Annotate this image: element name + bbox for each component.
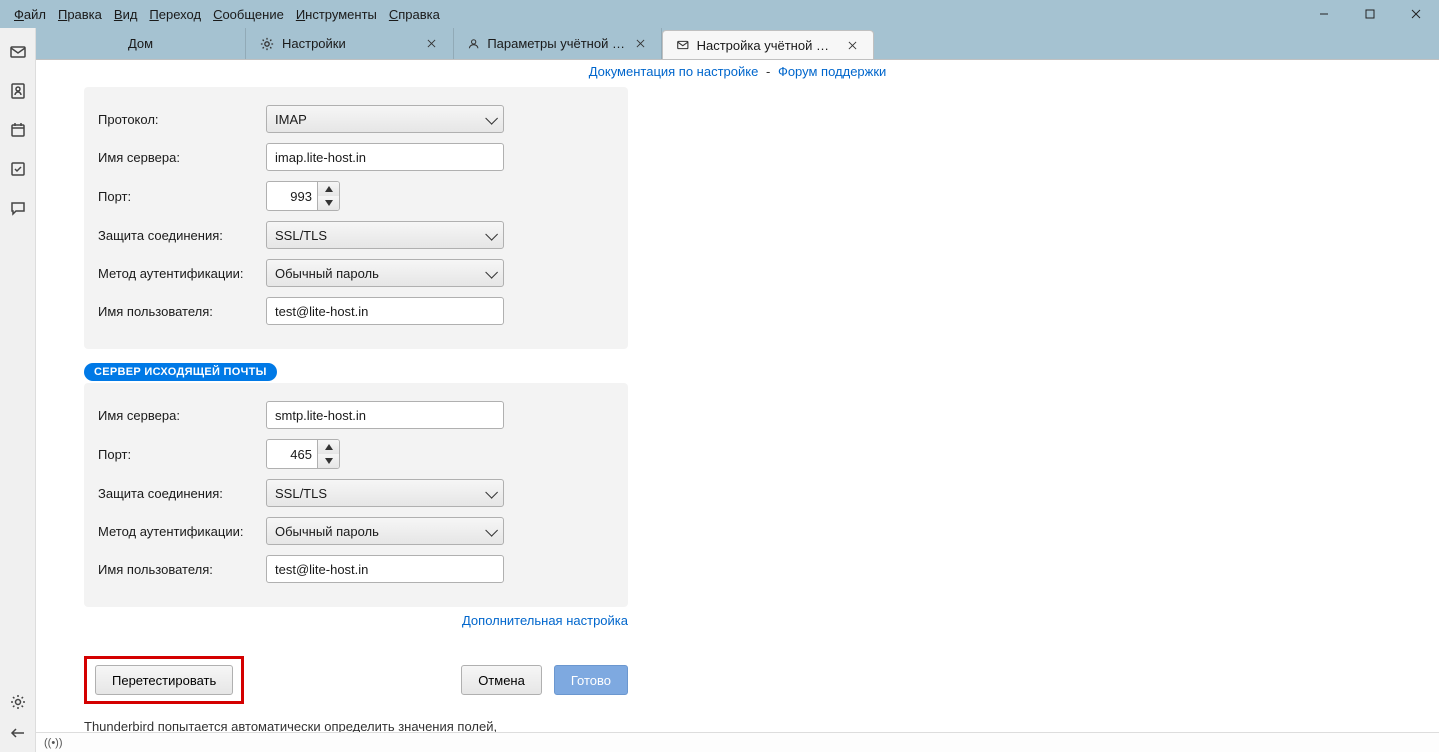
tab-account-params-label: Параметры учётной запис… [487,36,626,51]
menu-edit[interactable]: Правка [52,3,108,26]
menu-view[interactable]: Вид [108,3,144,26]
tab-account-setup-label: Настройка учётной записи [697,38,830,53]
mail-icon[interactable] [10,44,26,63]
outgoing-port-down[interactable] [318,454,339,468]
hint-autodetect: Thunderbird попытается автоматически опр… [84,718,504,732]
gear-icon [260,37,274,51]
settings-gear-icon[interactable] [10,694,26,713]
menu-go[interactable]: Переход [143,3,207,26]
calendar-icon[interactable] [10,122,26,141]
tab-settings[interactable]: Настройки [246,28,454,59]
mail-setup-icon [677,38,689,52]
statusbar: ((•)) [36,732,1439,752]
outgoing-port-label: Порт: [98,447,266,462]
outgoing-port-input[interactable] [267,440,317,468]
advanced-config-link[interactable]: Дополнительная настройка [462,613,628,628]
window-maximize-button[interactable] [1347,0,1393,28]
setup-docs-link[interactable]: Документация по настройке [589,64,759,79]
tab-account-setup[interactable]: Настройка учётной записи [662,30,874,59]
tab-account-setup-close[interactable] [846,37,859,53]
incoming-security-label: Защита соединения: [98,228,266,243]
outgoing-hostname-input[interactable] [266,401,504,429]
incoming-security-select[interactable]: SSL/TLS [266,221,504,249]
outgoing-badge: СЕРВЕР ИСХОДЯЩЕЙ ПОЧТЫ [84,363,277,381]
protocol-label: Протокол: [98,112,266,127]
tabbar: Дом Настройки Параметры учётной запис… Н… [36,28,1439,60]
outgoing-auth-label: Метод аутентификации: [98,524,266,539]
cancel-button[interactable]: Отмена [461,665,542,695]
tab-home-label: Дом [128,36,153,51]
help-links: Документация по настройке - Форум поддер… [36,60,1439,81]
tab-account-params-close[interactable] [634,36,647,52]
window-close-button[interactable] [1393,0,1439,28]
incoming-username-input[interactable] [266,297,504,325]
content-area: Документация по настройке - Форум поддер… [36,60,1439,732]
chat-icon[interactable] [10,200,26,219]
outgoing-username-input[interactable] [266,555,504,583]
tab-account-params[interactable]: Параметры учётной запис… [454,28,662,59]
outgoing-security-select[interactable]: SSL/TLS [266,479,504,507]
incoming-username-label: Имя пользователя: [98,304,266,319]
incoming-port-up[interactable] [318,182,339,196]
done-button[interactable]: Готово [554,665,628,695]
collapse-icon[interactable] [10,725,26,744]
tab-settings-label: Настройки [282,36,346,51]
retest-highlight-box: Перетестировать [84,656,244,704]
incoming-hostname-label: Имя сервера: [98,150,266,165]
incoming-auth-label: Метод аутентификации: [98,266,266,281]
incoming-section: Протокол: IMAP Имя сервера: [84,87,628,349]
menu-file[interactable]: Файл [8,3,52,26]
tasks-icon[interactable] [10,161,26,180]
support-forum-link[interactable]: Форум поддержки [778,64,886,79]
outgoing-auth-select[interactable]: Обычный пароль [266,517,504,545]
incoming-port-label: Порт: [98,189,266,204]
spaces-toolbar [0,28,36,752]
outgoing-section: Имя сервера: Порт: [84,383,628,607]
outgoing-hostname-label: Имя сервера: [98,408,266,423]
incoming-auth-select[interactable]: Обычный пароль [266,259,504,287]
address-book-icon[interactable] [10,83,26,102]
incoming-port-input[interactable] [267,182,317,210]
menu-message[interactable]: Сообщение [207,3,290,26]
account-icon [468,37,479,51]
tab-home[interactable]: Дом [36,28,246,59]
incoming-port-down[interactable] [318,196,339,210]
outgoing-username-label: Имя пользователя: [98,562,266,577]
menubar: Файл Правка Вид Переход Сообщение Инстру… [0,0,1439,28]
outgoing-security-label: Защита соединения: [98,486,266,501]
window-minimize-button[interactable] [1301,0,1347,28]
menu-help[interactable]: Справка [383,3,446,26]
online-status-icon[interactable]: ((•)) [44,737,63,749]
retest-button[interactable]: Перетестировать [95,665,233,695]
menu-tools[interactable]: Инструменты [290,3,383,26]
tab-settings-close[interactable] [423,36,439,52]
protocol-select[interactable]: IMAP [266,105,504,133]
outgoing-port-up[interactable] [318,440,339,454]
incoming-hostname-input[interactable] [266,143,504,171]
